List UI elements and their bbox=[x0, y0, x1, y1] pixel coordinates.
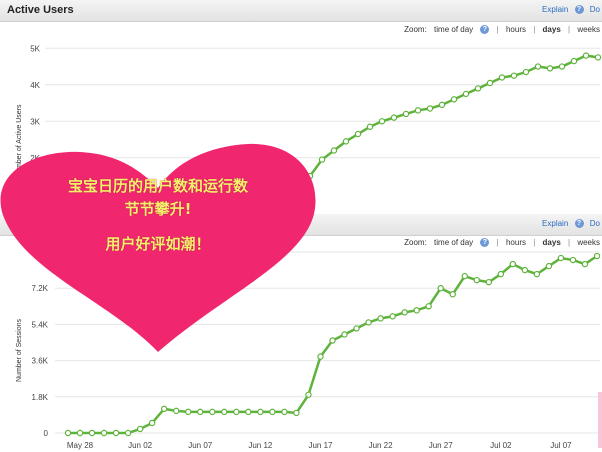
data-point bbox=[449, 291, 456, 298]
data-point bbox=[100, 429, 108, 437]
data-point bbox=[354, 130, 362, 138]
data-point bbox=[414, 107, 422, 114]
data-point bbox=[473, 276, 480, 284]
data-point bbox=[546, 65, 554, 72]
data-point bbox=[136, 425, 144, 433]
x-tick-label: Jul 02 bbox=[490, 441, 512, 450]
data-point bbox=[438, 101, 446, 109]
data-point bbox=[557, 254, 565, 262]
y-tick-label: 0 bbox=[44, 429, 49, 438]
data-point bbox=[366, 123, 374, 130]
data-point bbox=[124, 429, 132, 437]
data-point bbox=[545, 262, 553, 270]
heart-line-1: 宝宝日历的用户数和运行数 bbox=[67, 177, 248, 195]
data-point bbox=[257, 408, 264, 416]
data-point bbox=[353, 325, 360, 332]
data-point bbox=[510, 72, 518, 79]
data-point bbox=[76, 429, 84, 437]
data-point bbox=[269, 408, 276, 416]
data-point bbox=[389, 313, 396, 320]
data-point bbox=[317, 353, 324, 360]
data-point bbox=[581, 260, 589, 268]
y-tick-label: 1.8K bbox=[32, 393, 49, 402]
data-point bbox=[569, 256, 577, 264]
data-point bbox=[413, 307, 420, 314]
data-point bbox=[306, 172, 314, 180]
data-point bbox=[521, 266, 529, 274]
data-point bbox=[318, 156, 326, 163]
data-point bbox=[329, 337, 336, 344]
data-point bbox=[160, 405, 168, 413]
y-tick-label: 3.6K bbox=[32, 357, 49, 366]
data-point bbox=[462, 90, 470, 98]
y-tick-label: 2K bbox=[30, 154, 40, 163]
data-point bbox=[365, 319, 372, 326]
data-point bbox=[293, 409, 300, 417]
x-tick-label: Jun 12 bbox=[248, 441, 273, 450]
y-tick-label: 5K bbox=[30, 44, 40, 53]
data-point bbox=[426, 105, 434, 112]
data-point bbox=[437, 285, 444, 292]
data-point bbox=[450, 96, 458, 103]
data-point bbox=[233, 408, 240, 416]
data-point bbox=[221, 408, 228, 416]
y-tick-label: 3K bbox=[30, 117, 40, 126]
data-point bbox=[497, 270, 505, 278]
y-tick-label: 4K bbox=[30, 81, 40, 90]
x-tick-label: Jun 07 bbox=[188, 441, 213, 450]
data-point bbox=[378, 118, 386, 125]
data-point bbox=[402, 110, 410, 118]
data-point bbox=[582, 52, 590, 59]
data-point bbox=[390, 114, 398, 121]
x-tick-label: May 28 bbox=[67, 441, 94, 450]
data-point bbox=[570, 57, 578, 65]
data-point bbox=[197, 408, 204, 416]
data-point bbox=[594, 54, 602, 61]
series-line bbox=[68, 254, 598, 435]
data-point bbox=[88, 429, 96, 437]
data-point bbox=[148, 419, 156, 427]
x-tick-label: Jun 27 bbox=[429, 441, 454, 450]
series-line bbox=[298, 54, 599, 201]
data-point bbox=[558, 63, 566, 70]
x-tick-label: Jun 17 bbox=[308, 441, 333, 450]
data-point bbox=[281, 408, 288, 416]
heart-line-2: 节节攀升! bbox=[124, 200, 192, 218]
data-point bbox=[425, 303, 432, 310]
data-point bbox=[522, 68, 530, 76]
data-point bbox=[305, 391, 312, 398]
data-point bbox=[593, 252, 601, 260]
data-point bbox=[486, 79, 494, 87]
charts-canvas: 5K4K3K2K97.2K5.4K3.6K1.8K0May 28 Jun 02 Ju… bbox=[30, 44, 602, 450]
heart-line-3: 用户好评如潮！ bbox=[105, 235, 211, 253]
data-point bbox=[534, 63, 542, 70]
scroll-indicator bbox=[598, 392, 602, 448]
data-point bbox=[461, 272, 468, 280]
data-point bbox=[485, 278, 492, 286]
data-point bbox=[173, 407, 180, 415]
data-point bbox=[474, 85, 482, 92]
data-point bbox=[185, 408, 192, 416]
data-point bbox=[498, 74, 506, 81]
y-tick-label: 5.4K bbox=[32, 320, 49, 329]
y-tick-label: 7.2K bbox=[32, 284, 49, 293]
data-point bbox=[342, 138, 350, 145]
data-point bbox=[112, 429, 120, 437]
data-point bbox=[330, 147, 338, 154]
data-point bbox=[209, 408, 216, 416]
x-tick-label: Jun 22 bbox=[369, 441, 394, 450]
data-point bbox=[245, 408, 252, 416]
data-point bbox=[533, 270, 541, 278]
data-point bbox=[64, 429, 72, 437]
x-tick-label: Jun 02 bbox=[128, 441, 153, 450]
data-point bbox=[509, 260, 517, 268]
x-tick-label: Jul 07 bbox=[550, 441, 572, 450]
data-point bbox=[341, 331, 348, 338]
data-point bbox=[377, 315, 384, 322]
data-point bbox=[401, 309, 408, 316]
